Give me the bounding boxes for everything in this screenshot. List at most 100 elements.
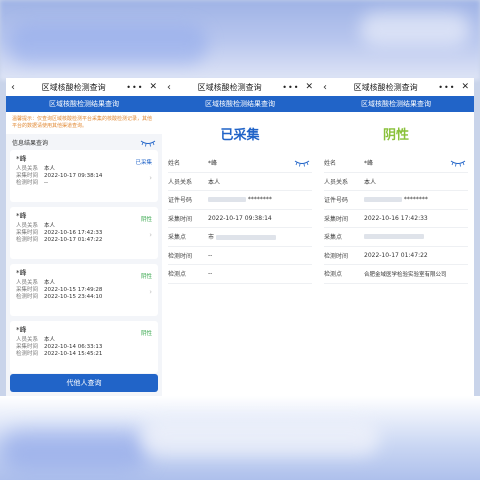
collect-time-value: 2022-10-15 17:49:28	[44, 287, 103, 293]
detail-value-masked: ********	[364, 196, 468, 203]
eye-closed-icon[interactable]	[450, 159, 466, 167]
more-icon[interactable]: •••	[438, 83, 455, 92]
test-time-label: 检测时间	[16, 237, 39, 243]
relation-value: 本人	[44, 223, 56, 229]
close-icon[interactable]: ✕	[305, 82, 313, 92]
detail-label: 检测点	[168, 271, 187, 279]
eye-closed-icon[interactable]	[140, 139, 156, 147]
notice-text: 温馨提示：仅查询区域核酸检测平台采集的核酸检测记录，其他平台的数据请使用其他渠道…	[6, 112, 162, 134]
collection-site: 市	[208, 234, 215, 242]
record-card[interactable]: *峰 阴性 人员关系 本人 采集时间 2022-10-14 06:33:13 检测时…	[10, 321, 158, 373]
nav-title: 区域核酸检测查询	[41, 82, 106, 92]
chevron-right-icon: ›	[149, 231, 152, 239]
chevron-right-icon: ›	[149, 288, 152, 296]
record-card[interactable]: *峰 阴性 人员关系 本人 采集时间 2022-10-16 17:42:33 检测时…	[10, 207, 158, 259]
test-time-value: 2022-10-14 15:45:21	[44, 351, 103, 357]
panel-detail-collected: ‹ 区域核酸检测查询 ••• ✕ 区域核酸检测结果查询 已采集 姓名 *峰 人员…	[162, 78, 318, 396]
more-icon[interactable]: •••	[126, 83, 143, 92]
collect-time-label: 采集时间	[16, 287, 39, 293]
relation-value: 本人	[44, 166, 56, 172]
detail-value: --	[208, 270, 213, 278]
eye-closed-icon[interactable]	[294, 159, 310, 167]
section-header: 信息结果查询	[6, 134, 162, 150]
detail-row: 姓名 *峰	[324, 154, 468, 173]
detail-value: 2022-10-17 09:38:14	[208, 214, 272, 222]
back-icon[interactable]: ‹	[167, 82, 177, 93]
detail-label: 姓名	[324, 160, 337, 168]
query-for-others-button[interactable]: 代他人查询	[10, 374, 158, 392]
detail-value: 合肥金域医学检验实验室有限公司	[364, 271, 447, 278]
page-header: 区域核酸检测结果查询	[318, 96, 474, 112]
relation-label: 人员关系	[16, 280, 39, 286]
detail-label: 人员关系	[168, 178, 193, 186]
detail-value: --	[208, 251, 213, 259]
collect-time-value: 2022-10-14 06:33:13	[44, 344, 103, 350]
test-time-label: 检测时间	[16, 351, 39, 357]
record-card[interactable]: *峰 阴性 人员关系 本人 采集时间 2022-10-15 17:49:28 检测时…	[10, 264, 158, 316]
back-icon[interactable]: ‹	[11, 82, 21, 93]
detail-row: 人员关系 本人	[324, 173, 468, 191]
detail-value: 本人	[208, 178, 221, 186]
background-blur	[140, 420, 380, 456]
test-time-value: 2022-10-17 01:47:22	[44, 237, 103, 243]
detail-value: 2022-10-16 17:42:33	[364, 214, 428, 222]
relation-label: 人员关系	[16, 337, 39, 343]
detail-value: 本人	[364, 178, 377, 186]
masked-id: ********	[403, 196, 428, 204]
relation-label: 人员关系	[16, 223, 39, 229]
result-status: 已采集	[220, 127, 260, 143]
nav-title: 区域核酸检测查询	[197, 82, 262, 92]
detail-list: 姓名 *峰 人员关系 本人 证件号码 ******** 采集时间 2022-10…	[162, 154, 318, 284]
detail-row: 人员关系 本人	[168, 173, 312, 191]
navbar: ‹ 区域核酸检测查询 ••• ✕	[318, 78, 474, 96]
record-card[interactable]: *峰 已采集 人员关系 本人 采集时间 2022-10-17 09:38:14 检测…	[10, 150, 158, 202]
collect-time-label: 采集时间	[16, 230, 39, 236]
page-header: 区域核酸检测结果查询	[162, 96, 318, 112]
record-name: *峰	[16, 212, 27, 220]
section-title: 信息结果查询	[12, 140, 49, 147]
redaction-block	[215, 235, 276, 241]
detail-row: 采集时间 2022-10-16 17:42:33	[324, 210, 468, 228]
result-status: 阴性	[382, 127, 409, 143]
detail-row: 检测时间 --	[168, 247, 312, 265]
nav-title: 区域核酸检测查询	[353, 82, 418, 92]
detail-row: 采集时间 2022-10-17 09:38:14	[168, 210, 312, 228]
detail-label: 检测点	[324, 271, 343, 279]
detail-label: 姓名	[168, 160, 181, 168]
navbar: ‹ 区域核酸检测查询 ••• ✕	[6, 78, 162, 96]
panel-result-list: ‹ 区域核酸检测查询 ••• ✕ 区域核酸检测结果查询 温馨提示：仅查询区域核酸…	[6, 78, 162, 396]
collect-time-value: 2022-10-16 17:42:33	[44, 230, 103, 236]
detail-label: 检测时间	[168, 252, 193, 260]
detail-row: 证件号码 ********	[324, 191, 468, 210]
back-icon[interactable]: ‹	[323, 82, 333, 93]
test-time-value: --	[44, 180, 48, 186]
detail-label: 采集时间	[168, 215, 193, 223]
record-name: *峰	[16, 269, 27, 277]
background-blur	[360, 12, 470, 46]
background-blur	[8, 24, 208, 64]
more-icon[interactable]: •••	[282, 83, 299, 92]
detail-label: 采集点	[168, 234, 187, 242]
detail-label: 采集点	[324, 234, 343, 242]
collect-time-label: 采集时间	[16, 173, 39, 179]
test-time-label: 检测时间	[16, 294, 39, 300]
detail-row: 采集点	[324, 228, 468, 247]
detail-value-masked: ********	[208, 196, 312, 203]
status-badge: 阴性	[140, 217, 152, 223]
detail-label: 证件号码	[324, 197, 349, 205]
redaction-block	[208, 197, 246, 203]
detail-label: 检测时间	[324, 252, 349, 260]
relation-value: 本人	[44, 337, 56, 343]
detail-value-masked: 市	[208, 232, 312, 241]
test-time-label: 检测时间	[16, 180, 39, 186]
test-time-value: 2022-10-15 23:44:10	[44, 294, 103, 300]
relation-value: 本人	[44, 280, 56, 286]
detail-row: 采集点 市	[168, 228, 312, 247]
collect-time-label: 采集时间	[16, 344, 39, 350]
navbar: ‹ 区域核酸检测查询 ••• ✕	[162, 78, 318, 96]
masked-id: ********	[247, 196, 272, 204]
detail-value-masked	[364, 233, 468, 240]
close-icon[interactable]: ✕	[149, 82, 157, 92]
close-icon[interactable]: ✕	[461, 82, 469, 92]
chevron-right-icon: ›	[149, 174, 152, 182]
